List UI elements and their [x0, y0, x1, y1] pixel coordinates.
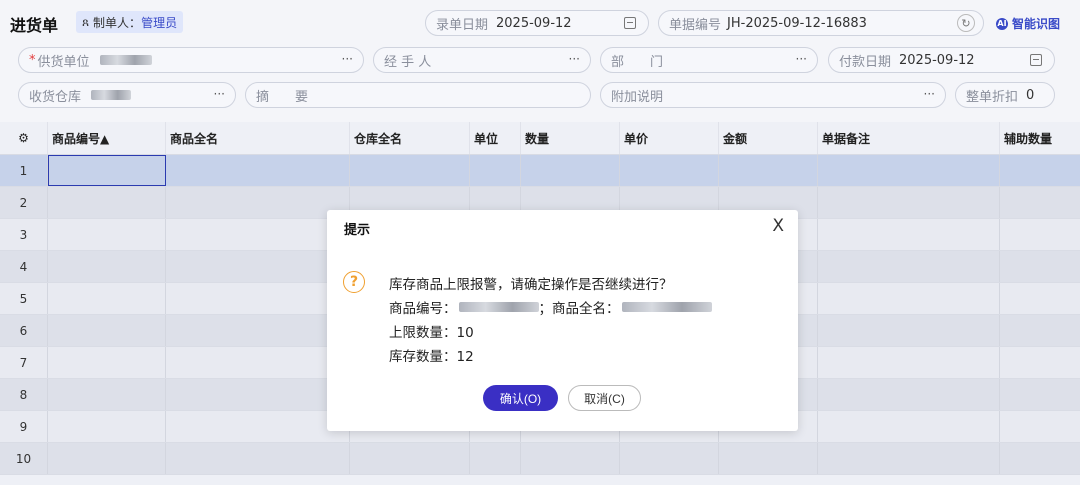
- product-name-redacted: [621, 302, 712, 312]
- product-name-label: ；商品全名：: [538, 301, 620, 317]
- question-icon: ?: [343, 271, 365, 293]
- stock-qty-line: 库存数量：12: [389, 349, 474, 365]
- upper-limit-line: 上限数量：10: [389, 325, 474, 341]
- product-code-redacted: [458, 302, 539, 312]
- confirm-button[interactable]: 确认(O): [483, 385, 558, 411]
- product-line: 商品编号： ；商品全名：: [389, 297, 712, 317]
- cancel-button[interactable]: 取消(C): [568, 385, 641, 411]
- alert-dialog: 提示 X ? 库存商品上限报警，请确定操作是否继续进行？ 商品编号： ；商品全名…: [327, 210, 798, 431]
- dialog-message: 库存商品上限报警，请确定操作是否继续进行？: [389, 277, 673, 293]
- dialog-title: 提示: [344, 223, 371, 238]
- close-icon[interactable]: X: [772, 216, 784, 236]
- product-code-label: 商品编号：: [389, 301, 457, 317]
- modal-overlay: 提示 X ? 库存商品上限报警，请确定操作是否继续进行？ 商品编号： ；商品全名…: [0, 0, 1080, 485]
